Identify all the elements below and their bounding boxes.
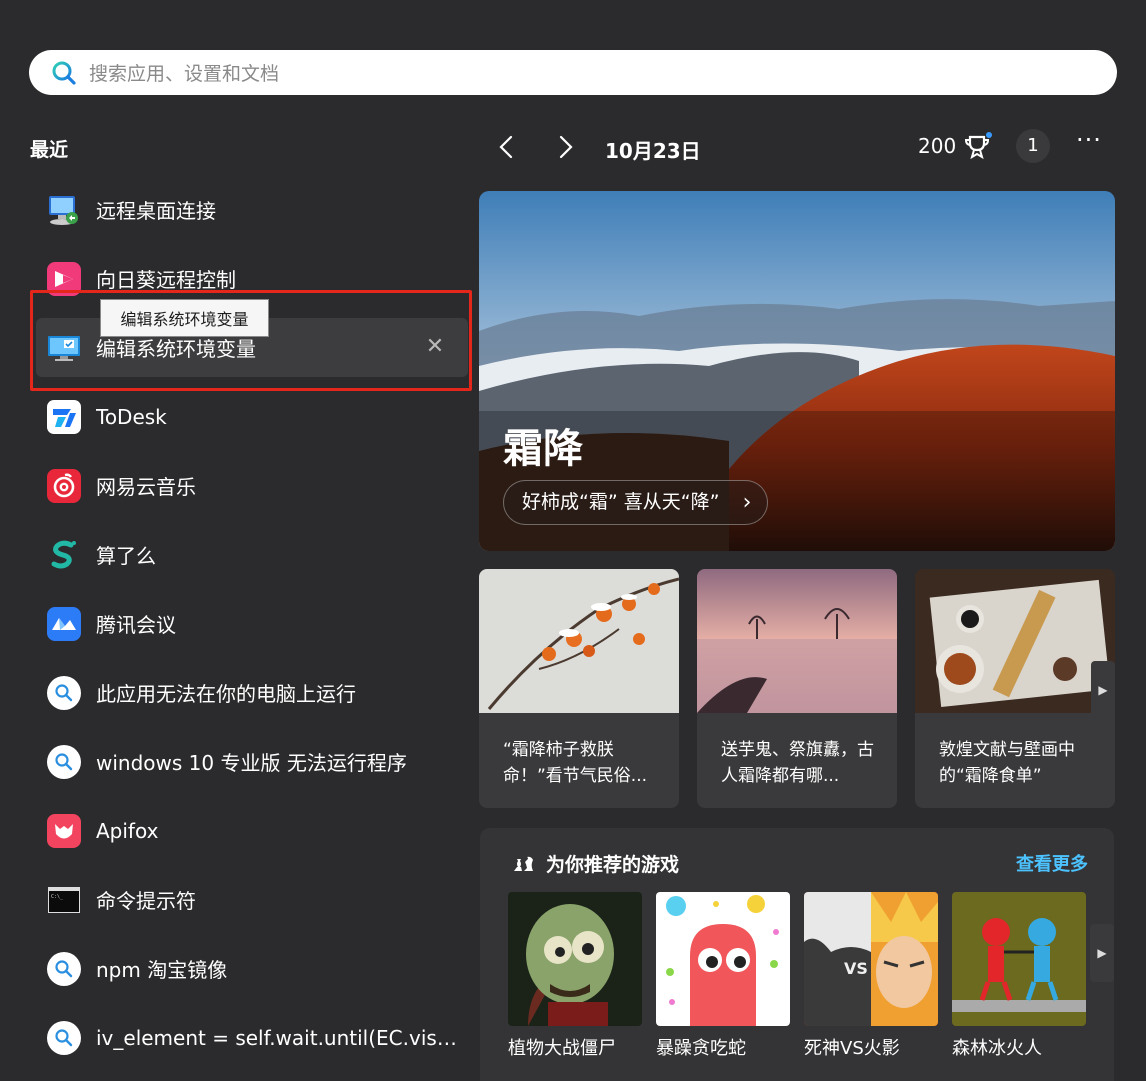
news-card[interactable]: 敦煌文献与壁画中的“霜降食单”	[915, 569, 1115, 808]
see-more-link[interactable]: 查看更多	[1016, 850, 1088, 876]
card-title: “霜降柿子救朕命！”看节气民俗...	[503, 740, 648, 786]
list-item[interactable]: 网易云音乐	[36, 456, 468, 515]
list-item[interactable]: windows 10 专业版 无法运行程序	[36, 732, 468, 791]
game-name: 森林冰火人	[952, 1038, 1042, 1059]
news-card[interactable]: “霜降柿子救朕命！”看节气民俗...	[479, 569, 679, 808]
cmd-icon: C:\_	[46, 882, 82, 918]
game-item[interactable]: 植物大战僵尸	[508, 892, 642, 1060]
rewards-points[interactable]: 200	[918, 134, 956, 158]
notification-badge[interactable]: 1	[1016, 129, 1050, 163]
scroll-right-button[interactable]: ▶	[1091, 661, 1115, 719]
search-icon	[46, 744, 82, 780]
list-item[interactable]: C:\_ 命令提示符	[36, 870, 468, 929]
list-item-label: 此应用无法在你的电脑上运行	[96, 682, 356, 706]
game-thumbnail	[656, 892, 790, 1026]
list-item[interactable]: ToDesk	[36, 387, 468, 446]
card-title: 敦煌文献与壁画中的“霜降食单”	[939, 740, 1075, 786]
game-thumbnail: VS	[804, 892, 938, 1026]
search-icon	[46, 951, 82, 987]
news-card[interactable]: 送芋鬼、祭旗纛，古人霜降都有哪...	[697, 569, 897, 808]
search-icon	[52, 61, 76, 85]
hero-link-button[interactable]: 好柿成“霜” 喜从天“降” ›	[503, 480, 769, 525]
list-item[interactable]: 远程桌面连接	[36, 180, 468, 239]
chevron-left-icon[interactable]	[492, 132, 522, 162]
game-name: 死神VS火影	[804, 1038, 900, 1059]
list-item-label: 网易云音乐	[96, 475, 196, 499]
trophy-icon[interactable]	[962, 132, 992, 162]
list-item[interactable]: 算了么	[36, 525, 468, 584]
svg-text:C:\_: C:\_	[51, 894, 64, 900]
tooltip: 编辑系统环境变量	[100, 299, 269, 337]
games-section: 为你推荐的游戏 查看更多 植物大战僵尸 暴躁贪吃蛇 VS 死神VS火影 森林冰火…	[480, 828, 1114, 1081]
search-input[interactable]: 搜索应用、设置和文档	[89, 59, 279, 86]
list-item-label: 算了么	[96, 544, 156, 568]
svg-text:VS: VS	[844, 959, 868, 978]
card-image	[697, 569, 897, 713]
game-name: 暴躁贪吃蛇	[656, 1038, 746, 1059]
netease-music-icon	[46, 468, 82, 504]
game-item[interactable]: 暴躁贪吃蛇	[656, 892, 790, 1060]
list-item-label: 腾讯会议	[96, 613, 176, 637]
list-item-label: npm 淘宝镜像	[96, 958, 228, 982]
suanleme-icon	[46, 537, 82, 573]
remote-desktop-icon	[46, 192, 82, 228]
search-icon	[46, 675, 82, 711]
list-item-label: Apifox	[96, 818, 159, 843]
list-item-label: 向日葵远程控制	[96, 268, 236, 292]
date-label: 10月23日	[605, 139, 701, 163]
card-image	[915, 569, 1115, 713]
search-icon	[46, 1020, 82, 1056]
list-item[interactable]: npm 淘宝镜像	[36, 939, 468, 998]
games-scroll-right-button[interactable]: ▶	[1090, 924, 1114, 982]
list-item-label: ToDesk	[96, 404, 167, 429]
list-item[interactable]: 此应用无法在你的电脑上运行	[36, 663, 468, 722]
list-item[interactable]: 腾讯会议	[36, 594, 468, 653]
chevron-right-icon[interactable]	[550, 132, 580, 162]
list-item-label: iv_element = self.wait.until(EC.visibili…	[96, 1025, 458, 1050]
games-title: 为你推荐的游戏	[546, 854, 680, 876]
tencent-meeting-icon	[46, 606, 82, 642]
card-title: 送芋鬼、祭旗纛，古人霜降都有哪...	[721, 740, 874, 786]
chevron-right-icon: ›	[742, 490, 752, 515]
chess-icon	[514, 856, 533, 871]
list-item[interactable]: Apifox	[36, 801, 468, 860]
todesk-icon	[46, 399, 82, 435]
date-nav: 10月23日 200 1 ···	[480, 124, 1116, 170]
list-item-label: 远程桌面连接	[96, 199, 216, 223]
more-icon[interactable]: ···	[1076, 126, 1102, 154]
list-item-label: windows 10 专业版 无法运行程序	[96, 751, 407, 775]
search-bar[interactable]: 搜索应用、设置和文档	[29, 50, 1117, 95]
hero-title: 霜降	[503, 426, 583, 472]
game-item[interactable]: VS 死神VS火影	[804, 892, 938, 1060]
hero-banner[interactable]: 霜降 好柿成“霜” 喜从天“降” ›	[479, 191, 1115, 551]
card-image	[479, 569, 679, 713]
list-item[interactable]: iv_element = self.wait.until(EC.visibili…	[36, 1008, 468, 1067]
recent-section-title: 最近	[30, 139, 69, 161]
list-item-label: 命令提示符	[96, 889, 196, 913]
game-thumbnail	[952, 892, 1086, 1026]
apifox-icon	[46, 813, 82, 849]
game-name: 植物大战僵尸	[508, 1038, 616, 1059]
game-thumbnail	[508, 892, 642, 1026]
hero-subtitle: 好柿成“霜” 喜从天“降”	[522, 491, 720, 513]
game-item[interactable]: 森林冰火人	[952, 892, 1086, 1060]
